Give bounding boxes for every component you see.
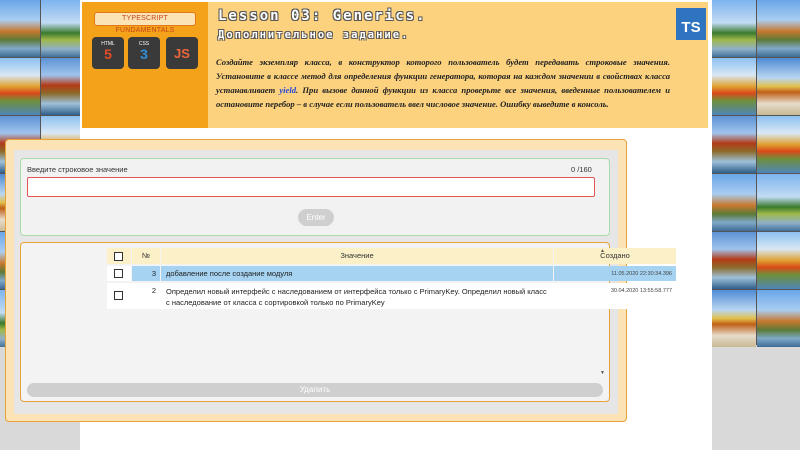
input-label: Введите строковое значение [27,165,128,174]
lesson-subtitle: Дополнительное задание. [218,29,410,41]
autumn-photo [712,0,756,57]
scroll-down-icon[interactable]: ▼ [600,370,605,376]
column-created: Создано [554,248,676,264]
char-counter: 0 /160 [571,165,592,174]
column-num: № [132,248,160,264]
autumn-photo [712,58,756,115]
delete-button[interactable]: Удалить [27,383,603,397]
column-value: Значение [161,248,553,264]
row-checkbox[interactable] [114,269,123,278]
autumn-photo [756,116,800,173]
row-value: добавление после создание модуля [166,269,293,278]
string-input[interactable] [27,177,595,197]
row-date: 30.04.2020 13:55:58.777 [610,288,672,294]
course-badge: TYPESCRIPT FUNDAMENTALS [94,12,196,34]
lesson-header: TYPESCRIPT FUNDAMENTALS HTML 5 CSS 3 JS … [82,2,708,128]
autumn-photo [40,0,80,57]
css-version: 3 [140,46,148,62]
html5-icon: HTML 5 [92,37,124,69]
row-checkbox[interactable] [114,291,123,300]
autumn-photo [756,58,800,115]
autumn-photo [756,290,800,347]
autumn-photo [712,232,756,289]
logo-box: TYPESCRIPT FUNDAMENTALS HTML 5 CSS 3 JS [82,2,208,128]
autumn-photo [0,0,40,57]
row-value: Определил новый интерфейс с наследование… [166,287,547,307]
right-photo-strip [712,0,800,347]
js-label: JS [174,46,190,61]
autumn-photo [40,58,80,115]
typescript-logo-icon: TS [676,8,706,40]
desc-keyword: yield [279,85,297,95]
enter-button[interactable]: Enter [298,209,334,226]
autumn-photo [756,174,800,231]
autumn-photo [712,290,756,347]
row-num: 3 [151,269,156,278]
row-date: 11.05.2020 22:30:34.396 [611,271,672,277]
scroll-up-icon[interactable]: ▲ [600,248,605,254]
task-description: Создайте экземпляр класса, в конструктор… [216,55,670,111]
js-icon: JS [166,37,198,69]
autumn-photo [712,116,756,173]
autumn-photo [712,174,756,231]
autumn-photo [756,232,800,289]
css3-icon: CSS 3 [128,37,160,69]
autumn-photo [0,58,40,115]
html-version: 5 [104,46,112,62]
lesson-title: Lesson 03: Generics. [218,8,427,24]
select-all-checkbox[interactable] [114,252,123,261]
row-num: 2 [151,286,156,295]
autumn-photo [756,0,800,57]
